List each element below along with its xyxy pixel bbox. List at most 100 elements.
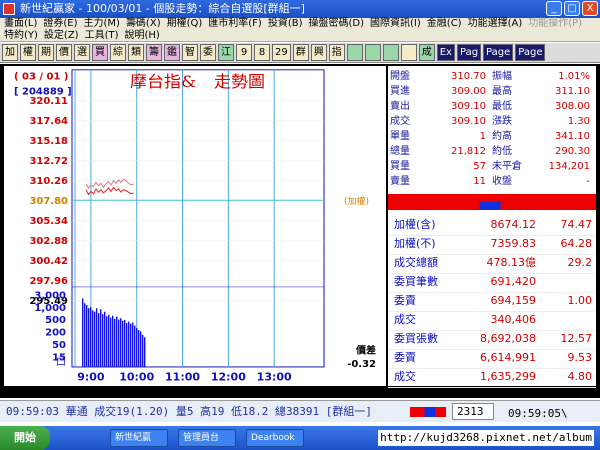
quote-row: 單量 1 約高 341.10 — [388, 130, 596, 143]
toolbar-button[interactable] — [400, 44, 417, 61]
volume-unit-label: 口 — [56, 357, 66, 368]
x-tick-label: 10:00 — [119, 371, 154, 384]
toolbar-button[interactable]: 籌 — [146, 44, 162, 61]
y-tick-label: 317.64 — [29, 116, 68, 127]
toolbar-button[interactable]: 9 — [236, 44, 252, 61]
menu-item[interactable]: 畫面(L) — [4, 18, 37, 30]
volume-bar — [96, 308, 98, 367]
quote-label: 振幅 — [492, 71, 512, 82]
quote-row: 賣量 11 收盤 - — [388, 175, 596, 188]
toolbar-button[interactable]: 加 — [2, 44, 18, 61]
taskbar: 開始 新世紀贏 管理員台 Dearbook http://kujd3268.pi… — [0, 426, 600, 450]
start-button[interactable]: 開始 — [0, 426, 50, 450]
y-tick-label: 302.88 — [29, 236, 68, 247]
menu-item[interactable]: 功能選擇(A) — [468, 18, 523, 30]
volume-bar — [100, 309, 102, 367]
y-tick-label: 315.18 — [29, 136, 68, 147]
taskbar-item-dearbook[interactable]: Dearbook — [246, 429, 304, 447]
quote-value: - — [586, 176, 590, 187]
volume-bar — [116, 316, 118, 367]
quote-value: 309.10 — [451, 101, 486, 112]
toolbar-button[interactable]: 委 — [200, 44, 216, 61]
menu-item[interactable]: 國際資訊(I) — [370, 18, 421, 30]
menu-bar: 畫面(L) 證券(E) 主力(M) 籌碼(X) 期權(Q) 匯市利率(F) 投資(B) 操盤密… — [0, 18, 600, 42]
toolbar-button[interactable]: 群 — [292, 44, 309, 61]
toolbar-button[interactable]: Page — [483, 44, 514, 61]
volume-bar — [124, 319, 126, 367]
menu-row-1: 畫面(L) 證券(E) 主力(M) 籌碼(X) 期權(Q) 匯市利率(F) 投資(B) 操盤密… — [4, 18, 600, 30]
toolbar-button[interactable]: 買 — [92, 44, 108, 61]
taskbar-item-winner[interactable]: 新世紀贏 — [110, 429, 168, 447]
toolbar-button[interactable] — [346, 44, 363, 61]
volume-bar — [92, 310, 94, 367]
clock: 09:59:05\ — [508, 407, 568, 420]
quote-row: 賣出 309.10 最低 308.00 — [388, 100, 596, 113]
toolbar-button[interactable]: 價 — [56, 44, 72, 61]
menu-item[interactable]: 金融(C) — [427, 18, 462, 30]
window-title-bar[interactable]: 新世紀贏家 - 100/03/01 - 個股走勢：綜合自選股[群組一] _ □ … — [0, 0, 600, 18]
menu-item[interactable]: 籌碼(X) — [126, 18, 161, 30]
chart-panel: 320.11 317.64 315.18 312.72 310.26 307.80 305.… — [4, 66, 386, 386]
menu-item[interactable]: 說明(H) — [125, 30, 160, 42]
menu-item[interactable]: 投資(B) — [268, 18, 303, 30]
toolbar-button[interactable]: 鑑 — [164, 44, 180, 61]
price-series-line — [85, 186, 134, 196]
toolbar-button[interactable]: 選 — [74, 44, 90, 61]
status-bar: 09:59:03 華通 成交19(1.20) 量5 高19 低18.2 總383… — [0, 400, 600, 422]
quote-label: 開盤 — [390, 71, 410, 82]
volume-bar — [120, 318, 122, 367]
volume-bar — [112, 315, 114, 367]
volume-bar — [126, 323, 128, 367]
volume-bar — [136, 327, 138, 367]
menu-item[interactable]: 匯市利率(F) — [208, 18, 262, 30]
toolbar-button[interactable]: 指 — [328, 44, 345, 61]
toolbar: 加權期價選買綜類籌鑑智委江 9 8 29 群興指成 Ex Pag Page Page — [0, 43, 600, 63]
quote-row: 成交 309.10 漲跌 1.30 — [388, 115, 596, 128]
toolbar-button[interactable]: 綜 — [110, 44, 126, 61]
menu-item[interactable]: 設定(Z) — [44, 30, 79, 42]
x-tick-label: 9:00 — [77, 371, 104, 384]
menu-item[interactable]: 期權(Q) — [167, 18, 203, 30]
toolbar-button[interactable] — [364, 44, 381, 61]
volume-bar — [106, 316, 108, 367]
menu-item[interactable]: 操盤密碼(D) — [309, 18, 365, 30]
menu-item[interactable]: 證券(E) — [43, 18, 77, 30]
toolbar-button[interactable]: 29 — [272, 44, 291, 61]
y-tick-label: 300.42 — [29, 256, 68, 267]
watermark-url: http://kujd3268.pixnet.net/album — [378, 430, 594, 446]
maximize-button[interactable]: □ — [564, 1, 580, 16]
menu-item-disabled: 功能操作(P) — [528, 18, 583, 29]
quote-value: 134,201 — [548, 161, 590, 172]
quote-label: 單量 — [390, 131, 410, 142]
volume-bar — [114, 318, 116, 367]
toolbar-button[interactable]: 成 — [418, 44, 435, 61]
quote-label: 最高 — [492, 86, 512, 97]
quote-label: 約高 — [492, 131, 512, 142]
status-ticker: 09:59:03 華通 成交19(1.20) 量5 高19 低18.2 總383… — [6, 405, 373, 418]
toolbar-button[interactable] — [382, 44, 399, 61]
volume-bar — [118, 319, 120, 367]
toolbar-button[interactable]: 興 — [310, 44, 327, 61]
toolbar-button[interactable]: 期 — [38, 44, 54, 61]
quote-row: 買量 57 未平倉 134,201 — [388, 160, 596, 173]
quote-value: 21,812 — [451, 146, 486, 157]
menu-item[interactable]: 特約(Y) — [4, 30, 38, 42]
volume-bar — [104, 311, 106, 367]
toolbar-button[interactable]: 類 — [128, 44, 144, 61]
menu-item[interactable]: 工具(T) — [85, 30, 119, 42]
toolbar-button[interactable]: 8 — [254, 44, 270, 61]
menu-item[interactable]: 主力(M) — [84, 18, 120, 30]
minimize-button[interactable]: _ — [546, 1, 562, 16]
toolbar-button[interactable]: 江 — [218, 44, 234, 61]
toolbar-button[interactable]: Pag — [456, 44, 482, 61]
toolbar-button[interactable]: 智 — [182, 44, 198, 61]
index-row: 成交 1,635,299 4.80 — [388, 366, 596, 388]
volume-bar — [98, 313, 100, 367]
taskbar-item-admin[interactable]: 管理員台 — [178, 429, 236, 447]
quote-value: 1.30 — [567, 116, 590, 127]
toolbar-button[interactable]: Ex — [436, 44, 455, 61]
toolbar-button[interactable]: Page — [515, 44, 546, 61]
close-button[interactable]: X — [582, 1, 598, 16]
stock-code-field[interactable]: 2313 — [452, 403, 494, 420]
toolbar-button[interactable]: 權 — [20, 44, 36, 61]
